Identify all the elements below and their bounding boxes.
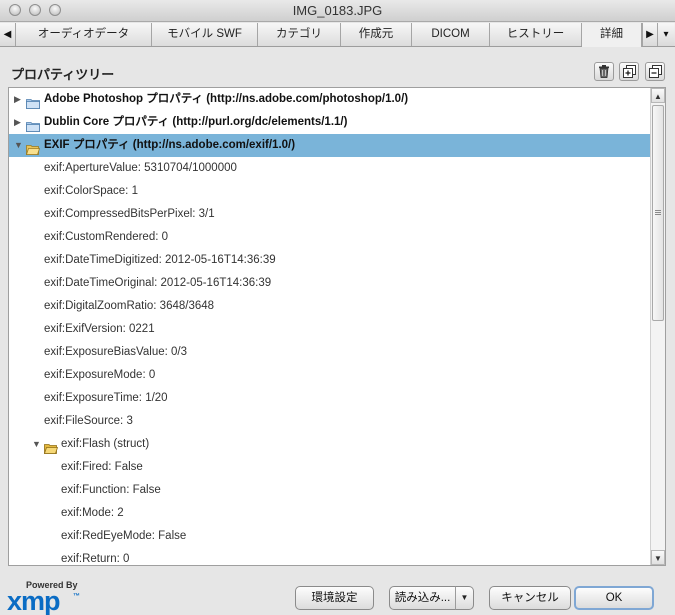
tree-property-row[interactable]: exif:DigitalZoomRatio: 3648/3648: [9, 295, 650, 318]
tree-node-label: exif:ExposureBiasValue: 0/3: [44, 346, 187, 358]
disclosure-collapsed-icon[interactable]: ▶: [14, 111, 21, 134]
tree-property-row[interactable]: exif:ExifVersion: 0221: [9, 318, 650, 341]
tree-node-label: exif:ExifVersion: 0221: [44, 323, 155, 335]
property-tree: ▶ Adobe Photoshop プロパティ (http://ns.adobe.…: [8, 87, 666, 566]
tree-node-label: exif:Return: 0: [61, 553, 130, 565]
tree-node-label: EXIF プロパティ (http://ns.adobe.com/exif/1.0…: [44, 139, 296, 151]
vertical-scrollbar[interactable]: ▲ ▼: [650, 88, 665, 565]
tree-node-label: exif:ColorSpace: 1: [44, 185, 138, 197]
tree-node-label: exif:CompressedBitsPerPixel: 3/1: [44, 208, 215, 220]
tab-advanced[interactable]: 詳細: [582, 23, 642, 47]
folder-icon: [26, 117, 40, 132]
window: IMG_0183.JPG ◀ オーディオデータ モバイル SWF カテゴリ 作成…: [0, 0, 675, 615]
tree-property-row[interactable]: exif:Fired: False: [9, 456, 650, 479]
tab-scroll-left-button[interactable]: ◀: [0, 23, 16, 46]
delete-property-button[interactable]: [594, 62, 614, 81]
tab-history[interactable]: ヒストリー: [490, 23, 582, 46]
disclosure-expanded-icon[interactable]: ▼: [32, 433, 41, 456]
tab-mobile-swf[interactable]: モバイル SWF: [152, 23, 258, 46]
tree-property-row[interactable]: exif:ExposureTime: 1/20: [9, 387, 650, 410]
collapse-all-icon: [648, 65, 662, 78]
window-title: IMG_0183.JPG: [292, 3, 383, 18]
tree-node-label: Adobe Photoshop プロパティ (http://ns.adobe.c…: [44, 93, 409, 105]
scroll-down-button[interactable]: ▼: [651, 550, 665, 565]
tree-node-label: exif:DateTimeOriginal: 2012-05-16T14:36:…: [44, 277, 272, 289]
tree-property-row[interactable]: exif:DateTimeDigitized: 2012-05-16T14:36…: [9, 249, 650, 272]
tree-namespace-row[interactable]: ▼ EXIF プロパティ (http://ns.adobe.com/exif/1.…: [9, 134, 650, 157]
tree-node-label: exif:ExposureMode: 0: [44, 369, 156, 381]
trash-icon: [599, 65, 609, 78]
tree-namespace-row[interactable]: ▶ Adobe Photoshop プロパティ (http://ns.adobe.…: [9, 88, 650, 111]
tree-property-row[interactable]: exif:CustomRendered: 0: [9, 226, 650, 249]
tree-node-label: Dublin Core プロパティ (http://purl.org/dc/el…: [44, 116, 348, 128]
tree-node-label: exif:ExposureTime: 1/20: [44, 392, 168, 404]
tree-property-row[interactable]: exif:RedEyeMode: False: [9, 525, 650, 548]
tree-property-row[interactable]: exif:ExposureMode: 0: [9, 364, 650, 387]
title-bar[interactable]: IMG_0183.JPG: [0, 0, 675, 22]
tab-dicom[interactable]: DICOM: [412, 23, 490, 46]
tree-namespace-row[interactable]: ▶ Dublin Core プロパティ (http://purl.org/dc/e…: [9, 111, 650, 134]
disclosure-expanded-icon[interactable]: ▼: [14, 134, 23, 157]
tab-audio-data[interactable]: オーディオデータ: [16, 23, 152, 46]
tree-node-label: exif:Mode: 2: [61, 507, 124, 519]
tree-node-label: exif:FileSource: 3: [44, 415, 133, 427]
tree-property-row[interactable]: exif:Mode: 2: [9, 502, 650, 525]
ok-button[interactable]: OK: [574, 586, 654, 610]
tab-list-menu-button[interactable]: ▾: [658, 23, 674, 46]
disclosure-collapsed-icon[interactable]: ▶: [14, 88, 21, 111]
tree-property-row[interactable]: exif:ExposureBiasValue: 0/3: [9, 341, 650, 364]
tree-node-label: exif:DateTimeDigitized: 2012-05-16T14:36…: [44, 254, 276, 266]
folder-icon: [25, 140, 41, 155]
tree-node-label: exif:DigitalZoomRatio: 3648/3648: [44, 300, 215, 312]
tree-property-row[interactable]: exif:DateTimeOriginal: 2012-05-16T14:36:…: [9, 272, 650, 295]
tree-node-label: exif:CustomRendered: 0: [44, 231, 169, 243]
cancel-button[interactable]: キャンセル: [489, 586, 571, 610]
tree-property-row[interactable]: exif:Return: 0: [9, 548, 650, 565]
tree-node-label: exif:ApertureValue: 5310704/1000000: [44, 162, 237, 174]
tab-categories[interactable]: カテゴリ: [258, 23, 341, 46]
panel-title: プロパティツリー: [11, 67, 115, 82]
tree-property-row[interactable]: exif:CompressedBitsPerPixel: 3/1: [9, 203, 650, 226]
tree-node-label: exif:Fired: False: [61, 461, 143, 473]
tree-property-row[interactable]: exif:ApertureValue: 5310704/1000000: [9, 157, 650, 180]
scrollbar-thumb[interactable]: [652, 105, 664, 321]
tree-property-row[interactable]: exif:FileSource: 3: [9, 410, 650, 433]
tab-strip: ◀ オーディオデータ モバイル SWF カテゴリ 作成元 DICOM ヒストリー…: [0, 23, 675, 47]
tree-node-label: exif:Flash (struct): [61, 438, 150, 450]
import-button[interactable]: 読み込み...: [389, 586, 456, 610]
tab-scroll-right-button[interactable]: ▶: [642, 23, 658, 46]
property-tree-list: ▶ Adobe Photoshop プロパティ (http://ns.adobe.…: [9, 88, 650, 565]
import-menu-button[interactable]: ▼: [455, 586, 474, 610]
collapse-all-button[interactable]: [645, 62, 665, 81]
tab-origin[interactable]: 作成元: [341, 23, 412, 46]
folder-icon: [26, 94, 40, 109]
preferences-button[interactable]: 環境設定: [295, 586, 374, 610]
tree-struct-row[interactable]: ▼ exif:Flash (struct): [9, 433, 650, 456]
trademark-mark: ™: [73, 593, 80, 600]
tree-property-row[interactable]: exif:ColorSpace: 1: [9, 180, 650, 203]
tree-property-row[interactable]: exif:Function: False: [9, 479, 650, 502]
scroll-up-button[interactable]: ▲: [651, 88, 665, 103]
folder-icon: [43, 439, 59, 454]
tree-node-label: exif:RedEyeMode: False: [61, 530, 187, 542]
expand-all-icon: [622, 65, 636, 78]
tree-node-label: exif:Function: False: [61, 484, 161, 496]
xmp-logo-text: xmp: [7, 586, 61, 615]
expand-all-button[interactable]: [619, 62, 639, 81]
